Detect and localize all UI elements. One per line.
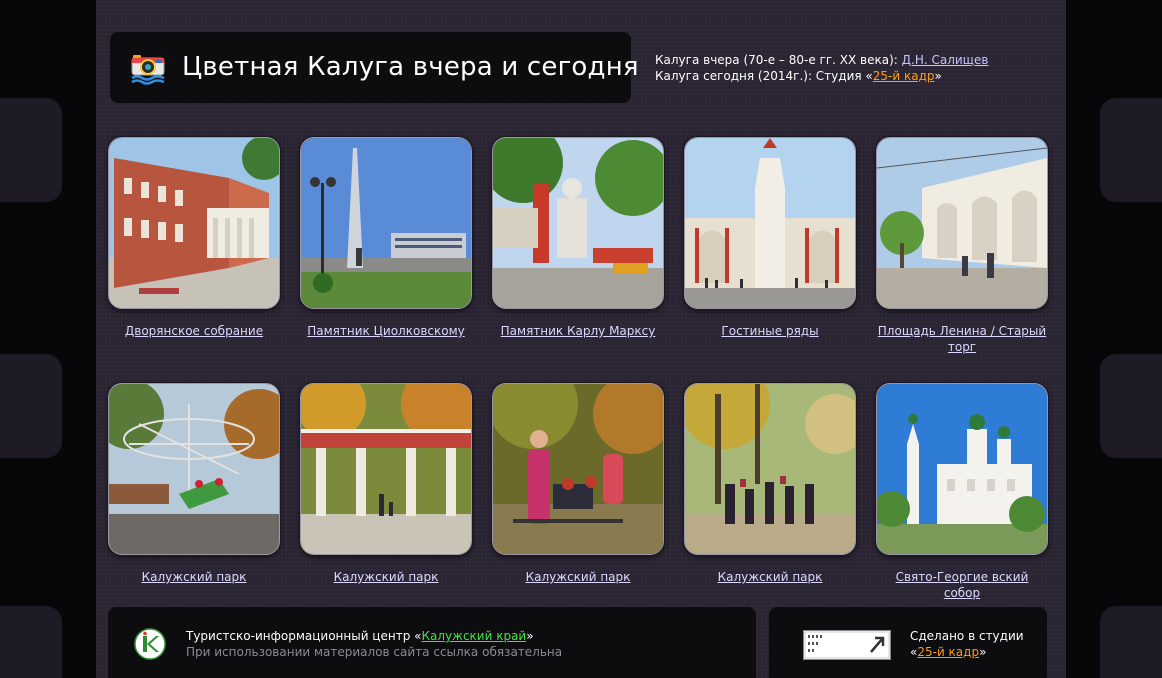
header-credits: Калуга вчера (70-е – 80-е гг. XX века): … xyxy=(655,52,988,84)
gallery-card: Калужский парк xyxy=(492,383,664,585)
photo-caption-link[interactable]: Памятник Карлу Марксу xyxy=(492,323,664,339)
film-strip-right xyxy=(1066,0,1162,678)
studio-footer-link[interactable]: 25-й кадр xyxy=(917,645,979,659)
copyright-notice: При использовании материалов сайта ссылк… xyxy=(186,645,563,659)
film-sprocket xyxy=(0,606,62,678)
footer-studio-box: Сделано в студии «25-й кадр» xyxy=(769,607,1047,678)
photo-caption-link[interactable]: Калужский парк xyxy=(684,569,856,585)
main-panel: Цветная Калуга вчера и сегодня Калуга вч… xyxy=(96,0,1066,678)
film-sprocket xyxy=(1100,606,1162,678)
photo-thumbnail[interactable] xyxy=(492,383,664,555)
photo-caption-link[interactable]: Калужский парк xyxy=(108,569,280,585)
film-sprocket xyxy=(1100,98,1162,202)
gallery-card: Памятник Циолковскому xyxy=(300,137,472,339)
tourist-center-line: Туристско-информационный центр «Калужски… xyxy=(186,629,534,643)
studio-logo-icon[interactable] xyxy=(803,630,891,660)
gallery-card: Калужский парк xyxy=(108,383,280,585)
film-sprocket xyxy=(0,354,62,458)
photo-thumbnail[interactable] xyxy=(108,137,280,309)
page-title: Цветная Калуга вчера и сегодня xyxy=(182,52,639,82)
kaluga-krai-link[interactable]: Калужский край xyxy=(421,629,526,643)
photo-caption-link[interactable]: Дворянское собрание xyxy=(108,323,280,339)
studio-link[interactable]: 25-й кадр xyxy=(873,69,935,83)
photo-thumbnail[interactable] xyxy=(300,137,472,309)
footer-info-box: Туристско-информационный центр «Калужски… xyxy=(108,607,756,678)
photo-thumbnail[interactable] xyxy=(108,383,280,555)
gallery-card: Памятник Карлу Марксу xyxy=(492,137,664,339)
photo-thumbnail[interactable] xyxy=(876,137,1048,309)
credit-today: Калуга сегодня (2014г.): Студия «25-й ка… xyxy=(655,69,942,83)
photo-caption-link[interactable]: Калужский парк xyxy=(492,569,664,585)
gallery-card: Свято-Георгие вский собор xyxy=(876,383,1048,601)
gallery-card: Гостиные ряды xyxy=(684,137,856,339)
photo-thumbnail[interactable] xyxy=(684,383,856,555)
photo-thumbnail[interactable] xyxy=(492,137,664,309)
photo-caption-link[interactable]: Площадь Ленина / Старый торг xyxy=(876,323,1048,355)
credit-yesterday: Калуга вчера (70-е – 80-е гг. XX века): … xyxy=(655,53,989,67)
photo-caption-link[interactable]: Калужский парк xyxy=(300,569,472,585)
photo-caption-link[interactable]: Гостиные ряды xyxy=(684,323,856,339)
film-sprocket xyxy=(0,98,62,202)
photo-thumbnail[interactable] xyxy=(876,383,1048,555)
photo-thumbnail[interactable] xyxy=(684,137,856,309)
made-in-studio-label: Сделано в студии xyxy=(910,629,1024,643)
gallery-card: Дворянское собрание xyxy=(108,137,280,339)
camera-icon xyxy=(131,55,165,85)
gallery-card: Калужский парк xyxy=(300,383,472,585)
film-sprocket xyxy=(1100,354,1162,458)
photo-caption-link[interactable]: Памятник Циолковскому xyxy=(300,323,472,339)
photo-caption-link[interactable]: Свято-Георгие вский собор xyxy=(876,569,1048,601)
made-in-studio-link-line: «25-й кадр» xyxy=(910,645,987,659)
author-link[interactable]: Д.Н. Салищев xyxy=(902,53,989,67)
photo-thumbnail[interactable] xyxy=(300,383,472,555)
kaluga-krai-logo-icon[interactable] xyxy=(134,628,166,660)
gallery-card: Калужский парк xyxy=(684,383,856,585)
film-strip-left xyxy=(0,0,96,678)
gallery-card: Площадь Ленина / Старый торг xyxy=(876,137,1048,355)
header-title-box: Цветная Калуга вчера и сегодня xyxy=(110,32,639,103)
